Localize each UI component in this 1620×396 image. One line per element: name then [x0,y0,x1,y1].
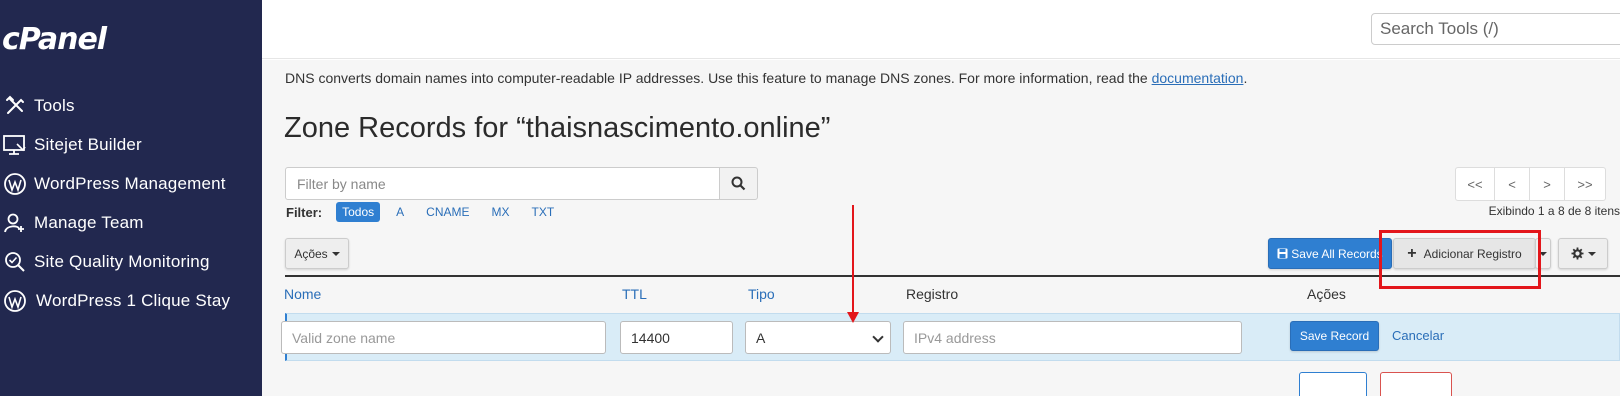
caret-down-icon [331,251,340,256]
main-content: DNS converts domain names into computer-… [262,60,1620,396]
sidebar-item-wordpress-management[interactable]: WordPress Management [0,167,262,201]
page-first-button[interactable]: << [1455,167,1495,201]
sidebar-item-label: WordPress 1 Clique Stay [36,291,231,310]
user-add-icon [2,210,28,236]
column-header-nome[interactable]: Nome [284,286,321,302]
sidebar-item-label: WordPress Management [34,174,226,193]
monitor-icon [2,132,28,158]
intro-text: DNS converts domain names into computer-… [285,70,1247,86]
edit-record-button[interactable] [1299,372,1367,396]
settings-dropdown-button[interactable] [1558,238,1608,269]
column-header-ttl[interactable]: TTL [622,286,647,302]
cancel-link[interactable]: Cancelar [1392,328,1444,343]
wordpress-icon [2,171,28,197]
filter-label: Filter: [286,204,323,220]
annotation-arrow-line [852,205,854,313]
column-header-acoes: Ações [1307,286,1346,302]
page-title: Zone Records for “thaisnascimento.online… [284,112,831,144]
sidebar-item-label: Manage Team [34,213,144,232]
record-type-value: A [756,329,766,346]
acoes-dropdown-button[interactable]: Ações [285,238,349,269]
page-prev-button[interactable]: < [1494,167,1530,201]
sidebar-item-wordpress-clique[interactable]: WordPress 1 Clique Stay [0,284,262,318]
sidebar: cPanel Tools Sitejet Builder WordPress M… [0,0,262,396]
ttl-input[interactable]: 14400 [620,321,733,354]
wordpress-icon [2,288,28,314]
sidebar-item-label: Sitejet Builder [34,135,142,154]
search-check-icon [2,249,28,275]
annotation-arrow-head [847,312,859,323]
filter-pill-a[interactable]: A [390,202,410,222]
delete-record-button[interactable] [1380,372,1452,396]
sidebar-item-sitejet[interactable]: Sitejet Builder [0,128,262,162]
filter-pill-mx[interactable]: MX [486,202,516,222]
floppy-disk-icon [1277,248,1288,259]
filter-row: Filter: Todos A CNAME MX TXT [286,201,570,223]
intro-body: DNS converts domain names into computer-… [285,70,1152,86]
annotation-highlight-box [1379,230,1541,289]
intro-end: . [1243,70,1248,86]
column-header-registro: Registro [906,286,959,302]
gear-icon [1571,247,1583,260]
chevron-down-icon [872,331,884,343]
save-all-label: Save All Records [1291,246,1383,261]
filter-pill-cname[interactable]: CNAME [420,202,475,222]
search-tools-input[interactable] [1371,13,1620,45]
sidebar-item-tools[interactable]: Tools [0,89,262,123]
filter-pill-txt[interactable]: TXT [526,202,561,222]
filter-search-button[interactable] [719,167,758,200]
sidebar-item-label: Tools [34,96,75,115]
record-value-input[interactable]: IPv4 address [903,321,1242,354]
acoes-label: Ações [294,246,328,261]
save-all-records-button[interactable]: Save All Records [1268,238,1392,269]
page-last-button[interactable]: >> [1564,167,1606,201]
page-next-button[interactable]: > [1529,167,1565,201]
search-icon [731,176,746,191]
caret-down-icon [1587,251,1596,256]
tools-icon [2,93,28,119]
record-type-select[interactable]: A [745,321,891,354]
sidebar-item-manage-team[interactable]: Manage Team [0,206,262,240]
sidebar-item-site-quality[interactable]: Site Quality Monitoring [0,245,262,279]
cpanel-logo[interactable]: cPanel [2,22,107,57]
pagination: << < > >> [1455,167,1606,201]
filter-pill-todos[interactable]: Todos [336,202,381,222]
column-header-tipo[interactable]: Tipo [748,286,775,302]
pagination-info: Exibindo 1 a 8 de 8 itens [1488,204,1620,218]
zone-name-input[interactable]: Valid zone name [281,321,606,354]
save-record-button[interactable]: Save Record [1290,321,1379,351]
documentation-link[interactable]: documentation [1152,70,1244,86]
filter-by-name-input[interactable] [285,167,720,200]
sidebar-item-label: Site Quality Monitoring [34,252,210,271]
